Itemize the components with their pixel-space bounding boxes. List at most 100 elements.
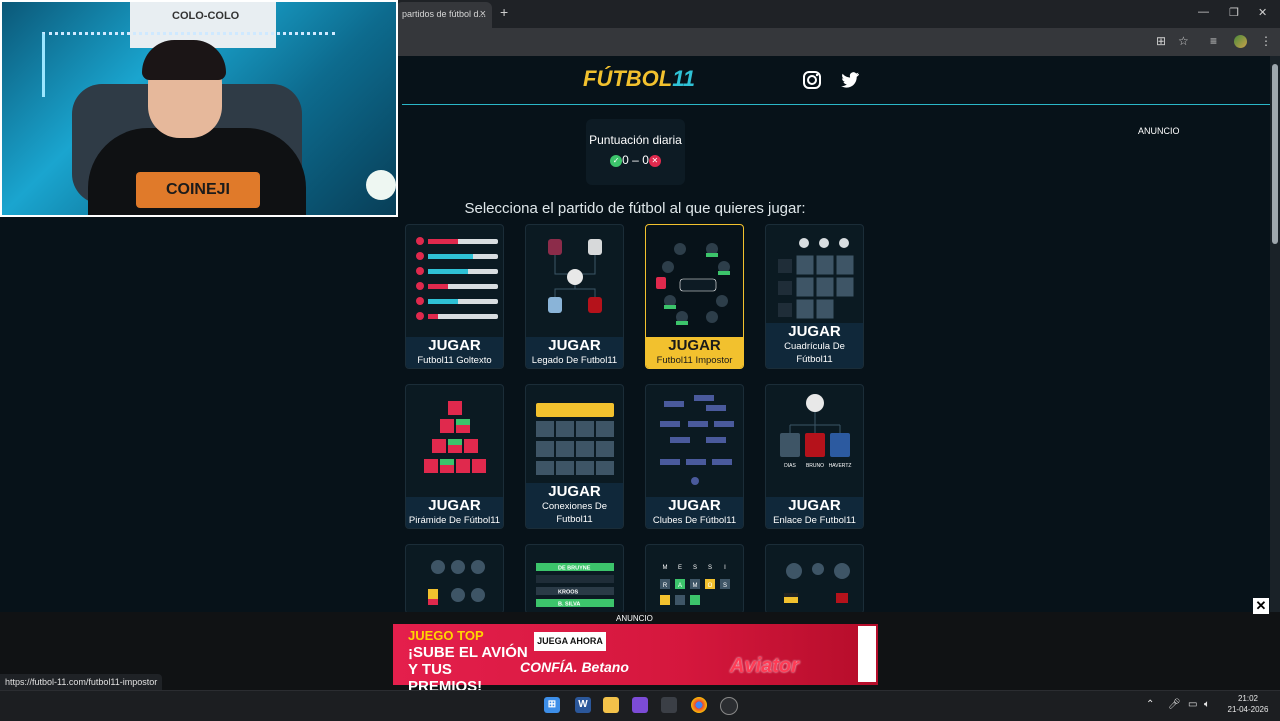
new-tab-button[interactable]: + (500, 4, 508, 20)
volume-icon[interactable]: 🔈︎ (1204, 699, 1210, 710)
window-close-button[interactable]: ✕ (1258, 6, 1267, 19)
clock-time: 21:02 (1237, 694, 1259, 703)
daily-score-panel: Puntuación diaria ✓ 0 – 0 ✕ (586, 119, 685, 185)
word-icon[interactable]: W (575, 697, 591, 713)
card-label: JUGAR Futbol11 Goltexto (406, 337, 503, 368)
status-bar-url: https://futbol-11.com/futbol11-impostor (0, 674, 163, 690)
letter-8: M (693, 583, 698, 589)
translate-icon[interactable]: ⊞ (1156, 34, 1166, 48)
card-name: Cuadrícula De Fútbol11 (784, 341, 845, 365)
card-label: JUGAR Enlace De Futbol11 (766, 497, 863, 528)
card-name: Futbol11 Goltexto (417, 355, 492, 366)
game-card-goltexto[interactable]: JUGAR Futbol11 Goltexto (405, 224, 504, 369)
microphone-icon[interactable]: 🎤︎ (1168, 699, 1181, 710)
network-icon[interactable]: ▭ (1188, 699, 1197, 710)
ad-headline: JUEGO TOP (408, 628, 484, 643)
game-card-row3-2[interactable]: DE BRUYNE KROOS B. SILVA (525, 544, 624, 614)
clock-date: 21-04-2026 (1227, 705, 1269, 714)
tab-close-icon[interactable]: × (480, 2, 486, 26)
ad-label: ANUNCIO (616, 614, 653, 623)
card-play: JUGAR (788, 323, 841, 340)
card-name: Conexiones De Futbol11 (542, 501, 607, 525)
card-play: JUGAR (668, 497, 721, 514)
game-card-legado[interactable]: JUGAR Legado De Futbol11 (525, 224, 624, 369)
enlace-player-2: BRUNO (806, 463, 824, 469)
game-card-conexiones[interactable]: JUGAR Conexiones De Futbol11 (525, 384, 624, 529)
piramide-preview (424, 401, 486, 473)
card-label: JUGAR Clubes De Fútbol11 (646, 497, 743, 528)
browser-menu-icon[interactable]: ⋮ (1260, 34, 1272, 48)
ad-close-button[interactable]: ✕ (1253, 598, 1269, 614)
hoodie-print: COINEJI (136, 172, 260, 208)
row3-preview-2: DE BRUYNE KROOS B. SILVA (536, 563, 614, 608)
twitter-icon[interactable] (840, 70, 860, 90)
game-card-clubes[interactable]: JUGAR Clubes De Fútbol11 (645, 384, 744, 529)
row3-preview-3: M E S S I R A M O S (660, 565, 730, 605)
card-label: JUGAR Legado De Futbol11 (526, 337, 623, 368)
app-icon[interactable] (632, 697, 648, 713)
card-play: JUGAR (428, 337, 481, 354)
browser-tab[interactable]: partidos de fútbol d... × (396, 2, 492, 28)
letter-5: I (724, 565, 726, 571)
check-icon: ✓ (610, 154, 623, 167)
logo-main: FÚTBOL (583, 66, 673, 91)
instagram-icon[interactable] (802, 70, 822, 90)
tab-title: partidos de fútbol d... (402, 9, 487, 19)
game-select-prompt: Selecciona el partido de fútbol al que q… (464, 200, 806, 217)
card-name: Enlace De Futbol11 (773, 515, 856, 526)
store-icon[interactable] (661, 697, 677, 713)
card-play: JUGAR (428, 497, 481, 514)
obs-icon[interactable] (720, 697, 738, 715)
streamer-hair (142, 40, 226, 80)
profile-avatar[interactable] (1234, 35, 1247, 48)
row3-preview-4 (784, 563, 850, 603)
file-explorer-icon[interactable] (603, 697, 619, 713)
game-card-piramide[interactable]: JUGAR Pirámide De Fútbol11 (405, 384, 504, 529)
taskbar-clock[interactable]: 21:02 21-04-2026 (1226, 693, 1270, 715)
card-name: Legado De Futbol11 (531, 355, 618, 366)
letter-3: S (693, 565, 697, 571)
game-card-impostor[interactable]: JUGAR Futbol11 Impostor (645, 224, 744, 369)
impostor-preview (656, 243, 730, 325)
score-wrong: 0 (642, 153, 649, 167)
game-card-row3-4[interactable] (765, 544, 864, 614)
ad-disclaimer (858, 626, 876, 682)
card-play: JUGAR (548, 483, 601, 500)
card-play: JUGAR (548, 337, 601, 354)
restore-button[interactable]: ❐ (1229, 6, 1239, 19)
club-flag-text: COLO-COLO (172, 10, 240, 22)
game-card-cuadricula[interactable]: JUGAR Cuadrícula De Fútbol11 (765, 224, 864, 369)
row3-preview-1 (428, 560, 485, 605)
tray-chevron-icon[interactable]: ⌃ (1146, 699, 1154, 710)
card-label: JUGAR Futbol11 Impostor (646, 337, 743, 368)
legado-preview (548, 239, 602, 313)
cuadricula-preview (778, 238, 855, 320)
letter-10: S (723, 583, 727, 589)
row3-player-3: B. SILVA (558, 602, 580, 608)
score-title: Puntuación diaria (589, 133, 682, 147)
ad-label-top: ANUNCIO (1138, 126, 1180, 136)
chrome-icon[interactable] (691, 697, 707, 713)
media-controls-icon[interactable]: ≡ (1210, 34, 1217, 48)
start-icon[interactable]: ⊞ (544, 697, 560, 713)
score-separator: – (632, 153, 639, 167)
card-name: Futbol11 Impostor (656, 355, 733, 366)
logo-number: 11 (672, 66, 696, 91)
card-name: Clubes De Fútbol11 (652, 515, 737, 526)
minimize-button[interactable]: — (1198, 6, 1209, 18)
game-card-row3-1[interactable] (405, 544, 504, 614)
game-card-row3-3[interactable]: M E S S I R A M O S (645, 544, 744, 614)
letter-4: S (708, 565, 712, 571)
letter-7: A (678, 583, 682, 589)
ad-cta-button[interactable]: JUEGA AHORA (534, 632, 606, 651)
conexiones-preview (536, 403, 614, 475)
row3-player-2: KROOS (558, 590, 579, 596)
site-header (402, 56, 1270, 105)
card-label: JUGAR Cuadrícula De Fútbol11 (766, 323, 863, 368)
bookmark-star-icon[interactable]: ☆ (1178, 34, 1189, 48)
game-card-enlace[interactable]: DIAS BRUNO HAVERTZ JUGAR Enlace De Futbo… (765, 384, 864, 529)
letter-1: M (663, 565, 668, 571)
ad-brand: CONFÍA. Betano (520, 659, 629, 675)
site-logo[interactable]: FÚTBOL11 (583, 66, 695, 92)
scrollbar-thumb[interactable] (1272, 64, 1278, 244)
